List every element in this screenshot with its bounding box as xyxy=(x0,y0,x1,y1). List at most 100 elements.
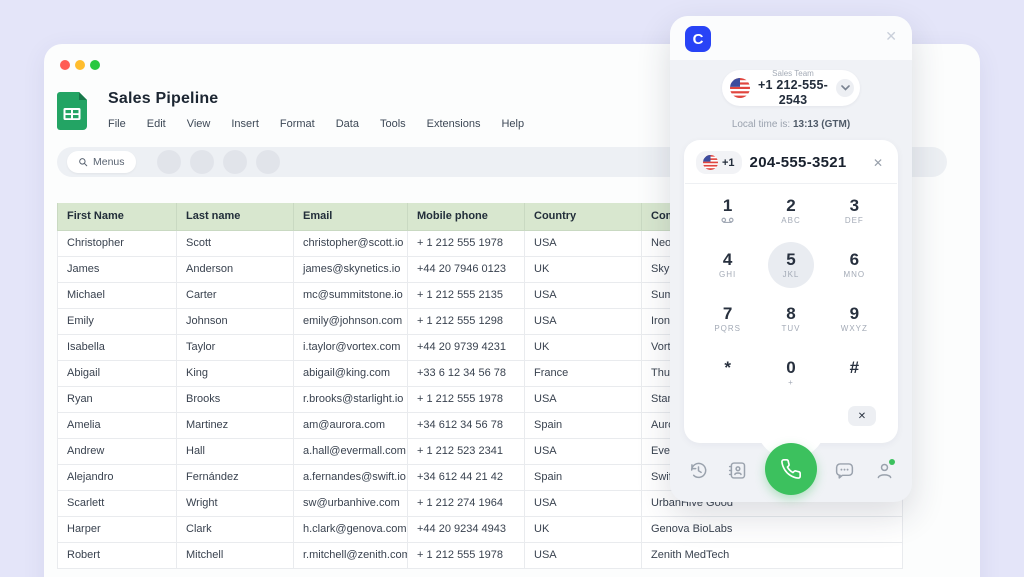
table-cell[interactable]: Scott xyxy=(177,230,294,256)
table-cell[interactable]: Wright xyxy=(177,490,294,516)
close-icon[interactable]: ✕ xyxy=(885,29,897,43)
table-cell[interactable]: + 1 212 523 2341 xyxy=(408,438,525,464)
table-cell[interactable]: +44 20 9739 4231 xyxy=(408,334,525,360)
keypad-key-6[interactable]: 6MNO xyxy=(823,238,886,292)
outbound-line-selector[interactable]: Sales Team +1 212-555-2543 xyxy=(722,70,860,106)
minimize-window-button[interactable] xyxy=(75,60,85,70)
keypad-key-*[interactable]: * xyxy=(696,346,759,400)
table-cell[interactable]: + 1 212 274 1964 xyxy=(408,490,525,516)
table-cell[interactable]: +34 612 34 56 78 xyxy=(408,412,525,438)
keypad-key-8[interactable]: 8TUV xyxy=(759,292,822,346)
call-history-button[interactable] xyxy=(686,458,710,482)
table-cell[interactable]: r.mitchell@zenith.com xyxy=(294,542,408,568)
table-cell[interactable]: christopher@scott.io xyxy=(294,230,408,256)
table-cell[interactable]: mc@summitstone.io xyxy=(294,282,408,308)
column-header[interactable]: Mobile phone xyxy=(408,203,525,230)
table-cell[interactable]: USA xyxy=(525,386,642,412)
table-cell[interactable]: + 1 212 555 1978 xyxy=(408,542,525,568)
table-cell[interactable]: Harper xyxy=(58,516,177,542)
table-cell[interactable]: Andrew xyxy=(58,438,177,464)
menu-item-file[interactable]: File xyxy=(108,118,126,130)
table-cell[interactable]: UK xyxy=(525,334,642,360)
table-cell[interactable]: r.brooks@starlight.io xyxy=(294,386,408,412)
table-cell[interactable]: UK xyxy=(525,516,642,542)
sms-button[interactable] xyxy=(833,458,857,482)
table-cell[interactable]: + 1 212 555 1978 xyxy=(408,386,525,412)
maximize-window-button[interactable] xyxy=(90,60,100,70)
keypad-key-4[interactable]: 4GHI xyxy=(696,238,759,292)
table-cell[interactable]: Emily xyxy=(58,308,177,334)
table-cell[interactable]: USA xyxy=(525,230,642,256)
table-cell[interactable]: France xyxy=(525,360,642,386)
table-cell[interactable]: Mitchell xyxy=(177,542,294,568)
table-cell[interactable]: abigail@king.com xyxy=(294,360,408,386)
table-cell[interactable]: USA xyxy=(525,490,642,516)
contacts-button[interactable] xyxy=(726,458,750,482)
table-cell[interactable]: Michael xyxy=(58,282,177,308)
table-cell[interactable]: Isabella xyxy=(58,334,177,360)
table-cell[interactable]: emily@johnson.com xyxy=(294,308,408,334)
table-cell[interactable]: am@aurora.com xyxy=(294,412,408,438)
table-cell[interactable]: Alejandro xyxy=(58,464,177,490)
table-cell[interactable]: Clark xyxy=(177,516,294,542)
agents-button[interactable] xyxy=(872,458,896,482)
table-cell[interactable]: King xyxy=(177,360,294,386)
table-cell[interactable]: Anderson xyxy=(177,256,294,282)
keypad-key-7[interactable]: 7PQRS xyxy=(696,292,759,346)
table-cell[interactable]: James xyxy=(58,256,177,282)
table-cell[interactable]: +44 20 9234 4943 xyxy=(408,516,525,542)
table-cell[interactable]: USA xyxy=(525,438,642,464)
table-cell[interactable]: Abigail xyxy=(58,360,177,386)
keypad-key-1[interactable]: 1 xyxy=(696,184,759,238)
table-cell[interactable]: Genova BioLabs xyxy=(642,516,903,542)
menu-item-format[interactable]: Format xyxy=(280,118,315,130)
table-cell[interactable]: UK xyxy=(525,256,642,282)
table-cell[interactable]: Ryan xyxy=(58,386,177,412)
table-cell[interactable]: Spain xyxy=(525,412,642,438)
country-prefix-selector[interactable]: +1 xyxy=(696,151,742,174)
table-cell[interactable]: Carter xyxy=(177,282,294,308)
table-cell[interactable]: Taylor xyxy=(177,334,294,360)
menu-item-edit[interactable]: Edit xyxy=(147,118,166,130)
column-header[interactable]: Country xyxy=(525,203,642,230)
table-cell[interactable]: +33 6 12 34 56 78 xyxy=(408,360,525,386)
table-cell[interactable]: Hall xyxy=(177,438,294,464)
table-cell[interactable]: Amelia xyxy=(58,412,177,438)
table-cell[interactable]: USA xyxy=(525,542,642,568)
menu-item-extensions[interactable]: Extensions xyxy=(427,118,481,130)
table-cell[interactable]: Martinez xyxy=(177,412,294,438)
menu-item-data[interactable]: Data xyxy=(336,118,359,130)
table-cell[interactable]: Fernández xyxy=(177,464,294,490)
keypad-key-#[interactable]: # xyxy=(823,346,886,400)
table-cell[interactable]: + 1 212 555 1978 xyxy=(408,230,525,256)
column-header[interactable]: Email xyxy=(294,203,408,230)
menu-item-help[interactable]: Help xyxy=(501,118,524,130)
keypad-key-5[interactable]: 5JKL xyxy=(759,238,822,292)
table-cell[interactable]: Robert xyxy=(58,542,177,568)
backspace-key[interactable]: ✕ xyxy=(848,406,876,426)
table-cell[interactable]: Zenith MedTech xyxy=(642,542,903,568)
menus-search-button[interactable]: Menus xyxy=(67,151,136,173)
keypad-key-3[interactable]: 3DEF xyxy=(823,184,886,238)
table-cell[interactable]: Spain xyxy=(525,464,642,490)
table-cell[interactable]: i.taylor@vortex.com xyxy=(294,334,408,360)
keypad-key-2[interactable]: 2ABC xyxy=(759,184,822,238)
column-header[interactable]: First Name xyxy=(58,203,177,230)
toolbar-button[interactable] xyxy=(157,150,181,174)
table-cell[interactable]: Christopher xyxy=(58,230,177,256)
table-cell[interactable]: sw@urbanhive.com xyxy=(294,490,408,516)
toolbar-button[interactable] xyxy=(256,150,280,174)
menu-item-tools[interactable]: Tools xyxy=(380,118,406,130)
keypad-key-9[interactable]: 9WXYZ xyxy=(823,292,886,346)
menu-item-insert[interactable]: Insert xyxy=(231,118,259,130)
close-window-button[interactable] xyxy=(60,60,70,70)
clear-number-icon[interactable]: ✕ xyxy=(870,154,886,172)
table-cell[interactable]: h.clark@genova.com xyxy=(294,516,408,542)
table-cell[interactable]: Johnson xyxy=(177,308,294,334)
table-cell[interactable]: a.hall@evermall.com xyxy=(294,438,408,464)
table-cell[interactable]: + 1 212 555 1298 xyxy=(408,308,525,334)
table-cell[interactable]: a.fernandes@swift.io xyxy=(294,464,408,490)
toolbar-button[interactable] xyxy=(190,150,214,174)
table-cell[interactable]: + 1 212 555 2135 xyxy=(408,282,525,308)
toolbar-button[interactable] xyxy=(223,150,247,174)
